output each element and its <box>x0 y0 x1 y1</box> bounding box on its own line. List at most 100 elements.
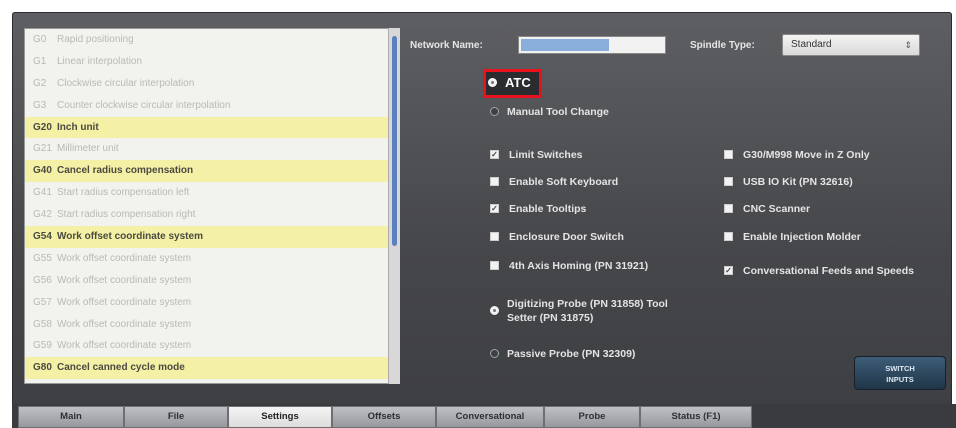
option-label: Conversational Feeds and Speeds <box>743 265 914 277</box>
gcode-description: Work offset coordinate system <box>57 296 192 308</box>
tab-status[interactable]: Status (F1) <box>640 406 752 428</box>
gcode-code: G21 <box>33 143 52 155</box>
gcode-code: G57 <box>33 296 52 308</box>
gcode-description: Start radius compensation right <box>57 209 196 221</box>
gcode-list-scroll-thumb[interactable] <box>392 36 397 246</box>
spindle-type-value: Standard <box>791 39 832 50</box>
option-4th-axis-homing[interactable]: 4th Axis Homing (PN 31921) <box>490 260 648 272</box>
gcode-list-row[interactable]: G1 Linear interpolation <box>25 51 391 73</box>
gcode-description: Work offset coordinate system <box>57 231 203 243</box>
spindle-type-select[interactable]: Standard ⇕ <box>782 34 920 56</box>
gcode-list-row[interactable]: G54 Work offset coordinate system <box>25 226 391 248</box>
gcode-list-row[interactable]: G56 Work offset coordinate system <box>25 270 391 292</box>
gcode-list-row[interactable]: G21 Millimeter unit <box>25 138 391 160</box>
gcode-list-row[interactable]: G55 Work offset coordinate system <box>25 248 391 270</box>
switch-inputs-line2: INPUTS <box>886 375 914 384</box>
manual-tool-change-option[interactable]: Manual Tool Change <box>490 106 609 118</box>
atc-radio-option[interactable]: ATC <box>488 75 531 90</box>
checkbox-injection-molder[interactable] <box>724 231 733 241</box>
gcode-code: G1 <box>33 55 47 67</box>
passive-probe-label: Passive Probe (PN 32309) <box>507 348 636 360</box>
gcode-list[interactable]: G0 Rapid positioning G1 Linear interpolatio… <box>24 28 392 384</box>
gcode-code: G54 <box>33 231 52 243</box>
tab-conversational[interactable]: Conversational <box>436 406 544 428</box>
option-label: USB IO Kit (PN 32616) <box>743 176 853 188</box>
checkbox-4th-axis-homing[interactable] <box>490 260 499 270</box>
tab-probe[interactable]: Probe <box>544 406 640 428</box>
manual-tool-change-radio[interactable] <box>490 106 499 116</box>
manual-tool-change-label: Manual Tool Change <box>507 106 609 118</box>
gcode-description: Cancel radius compensation <box>57 165 194 177</box>
gcode-list-row[interactable]: G58 Work offset coordinate system <box>25 314 391 336</box>
gcode-code: G3 <box>33 99 47 111</box>
network-name-input[interactable] <box>518 36 666 54</box>
tab-main[interactable]: Main <box>18 406 124 428</box>
tab-file[interactable]: File <box>124 406 228 428</box>
gcode-list-row[interactable]: G3 Counter clockwise circular interpolati… <box>25 95 391 117</box>
switch-inputs-button[interactable]: SWITCH INPUTS <box>854 356 946 390</box>
option-label: Enable Soft Keyboard <box>509 176 619 188</box>
gcode-description: Counter clockwise circular interpolation <box>57 99 231 111</box>
option-label: Enable Injection Molder <box>743 231 861 243</box>
option-enclosure-door[interactable]: Enclosure Door Switch <box>490 231 624 243</box>
gcode-list-row[interactable]: G59 Work offset coordinate system <box>25 335 391 357</box>
option-digitizing-probe[interactable]: Digitizing Probe (PN 31858) Tool Setter … <box>490 297 710 325</box>
option-soft-keyboard[interactable]: Enable Soft Keyboard <box>490 176 618 188</box>
gcode-list-row[interactable]: G57 Work offset coordinate system <box>25 292 391 314</box>
option-conversational-feeds[interactable]: ✓ Conversational Feeds and Speeds <box>724 264 924 278</box>
checkbox-tooltips[interactable]: ✓ <box>490 203 499 213</box>
option-limit-switches[interactable]: ✓ Limit Switches <box>490 149 583 161</box>
gcode-code: G42 <box>33 209 52 221</box>
option-injection-molder[interactable]: Enable Injection Molder <box>724 231 861 243</box>
gcode-code: G58 <box>33 318 52 330</box>
switch-inputs-line1: SWITCH <box>885 364 915 373</box>
digitizing-probe-radio[interactable] <box>490 305 499 315</box>
option-usb-io-kit[interactable]: USB IO Kit (PN 32616) <box>724 176 853 188</box>
checkbox-usb-io-kit[interactable] <box>724 176 733 186</box>
checkbox-conversational-feeds[interactable]: ✓ <box>724 265 733 275</box>
tab-offsets[interactable]: Offsets <box>332 406 436 428</box>
gcode-list-row[interactable]: G41 Start radius compensation left <box>25 182 391 204</box>
gcode-code: G40 <box>33 165 52 177</box>
checkbox-limit-switches[interactable]: ✓ <box>490 149 499 159</box>
option-g30-move-z[interactable]: G30/M998 Move in Z Only <box>724 149 870 161</box>
gcode-description: Work offset coordinate system <box>57 274 192 286</box>
gcode-code: G59 <box>33 340 52 352</box>
gcode-list-row[interactable]: G90Absolute mode <box>25 379 391 383</box>
checkbox-cnc-scanner[interactable] <box>724 203 733 213</box>
gcode-list-row[interactable]: G80 Cancel canned cycle mode <box>25 357 391 380</box>
gcode-description: Inch unit <box>57 121 99 133</box>
gcode-list-row[interactable]: G0 Rapid positioning <box>25 29 391 51</box>
gcode-code: G2 <box>33 77 47 89</box>
gcode-description: Work offset coordinate system <box>57 252 192 264</box>
option-label: CNC Scanner <box>743 203 811 215</box>
network-name-value <box>521 39 609 51</box>
option-label: Limit Switches <box>509 149 583 161</box>
gcode-description: Start radius compensation left <box>57 187 190 199</box>
option-passive-probe[interactable]: Passive Probe (PN 32309) <box>490 348 635 360</box>
gcode-code: G80 <box>33 362 52 374</box>
gcode-description: Clockwise circular interpolation <box>57 77 195 89</box>
gcode-list-row[interactable]: G20 Inch unit <box>25 116 391 139</box>
atc-radio-button[interactable] <box>488 78 497 88</box>
option-label: Enable Tooltips <box>509 203 587 215</box>
option-cnc-scanner[interactable]: CNC Scanner <box>724 203 810 215</box>
tab-settings[interactable]: Settings <box>228 406 332 428</box>
gcode-description: Cancel canned cycle mode <box>57 362 185 374</box>
passive-probe-radio[interactable] <box>490 348 499 358</box>
spindle-type-label: Spindle Type: <box>690 40 755 51</box>
gcode-description: Work offset coordinate system <box>57 318 192 330</box>
checkbox-soft-keyboard[interactable] <box>490 176 499 186</box>
option-tooltips[interactable]: ✓ Enable Tooltips <box>490 203 586 215</box>
gcode-description: Rapid positioning <box>57 34 134 45</box>
gcode-list-row[interactable]: G2 Clockwise circular interpolation <box>25 73 391 95</box>
select-arrows-icon: ⇕ <box>904 40 912 50</box>
gcode-list-row[interactable]: G40 Cancel radius compensation <box>25 160 391 183</box>
gcode-code: G20 <box>33 121 52 133</box>
gcode-list-row[interactable]: G42 Start radius compensation right <box>25 204 391 226</box>
network-name-label: Network Name: <box>410 40 483 51</box>
digitizing-probe-label: Digitizing Probe (PN 31858) Tool Setter … <box>507 298 668 324</box>
checkbox-enclosure-door[interactable] <box>490 231 499 241</box>
checkbox-g30-move-z[interactable] <box>724 149 733 159</box>
gcode-code: G55 <box>33 252 52 264</box>
